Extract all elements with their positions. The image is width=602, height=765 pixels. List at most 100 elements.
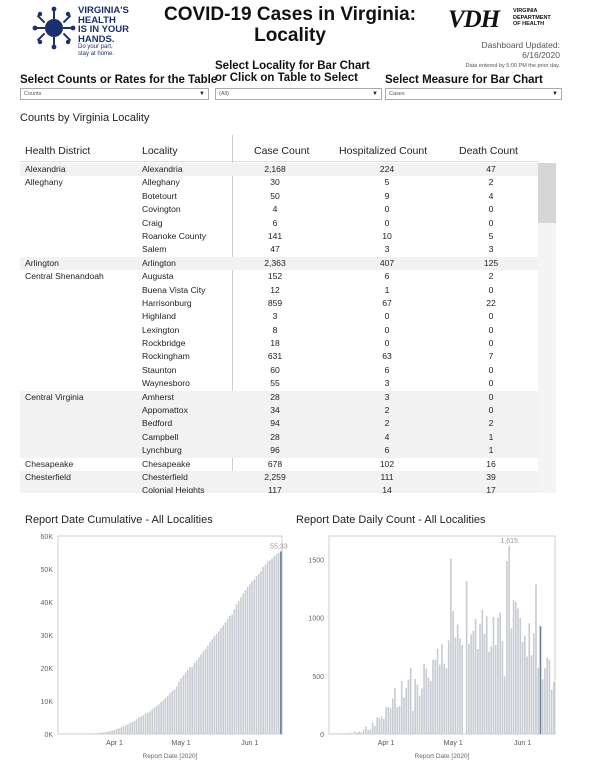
cell-locality: Alleghany — [142, 177, 180, 188]
table-row[interactable]: Roanoke County 141 10 5 — [20, 230, 538, 243]
bar — [398, 705, 401, 734]
x-tick-label: Apr 1 — [106, 740, 123, 747]
chevron-down-icon: ▼ — [199, 91, 205, 97]
col-case-count[interactable]: Case Count — [254, 145, 309, 157]
bar — [434, 659, 437, 734]
table-row[interactable]: Waynesboro 55 3 0 — [20, 377, 538, 390]
table-row[interactable]: Lynchburg 96 6 1 — [20, 444, 538, 458]
bar — [517, 608, 519, 734]
table-row[interactable]: Salem 47 3 3 — [20, 243, 538, 256]
bar — [553, 682, 555, 734]
table-row[interactable]: Alexandria Alexandria 2,168 224 47 — [20, 163, 538, 177]
bar — [550, 689, 553, 734]
table-row[interactable]: Staunton 60 6 0 — [20, 364, 538, 377]
y-tick-label: 500 — [312, 674, 324, 681]
cell-locality: Salem — [142, 244, 167, 255]
measure-dropdown[interactable]: Cases ▼ — [385, 88, 562, 100]
table-row[interactable]: Botetourt 50 9 4 — [20, 190, 538, 203]
cell-death-count: 1 — [488, 431, 494, 442]
table-row[interactable]: Central Virginia Amherst 28 3 0 — [20, 390, 538, 405]
bar — [204, 648, 207, 734]
cell-hospitalized-count: 5 — [384, 177, 390, 188]
table-row[interactable]: Campbell 28 4 1 — [20, 430, 538, 445]
bar — [409, 667, 412, 734]
chevron-down-icon: ▼ — [552, 91, 558, 97]
bar — [454, 637, 457, 734]
bar — [508, 545, 510, 734]
cell-case-count: 18 — [270, 338, 280, 349]
bar — [499, 612, 501, 734]
bar — [229, 616, 231, 734]
cell-hospitalized-count: 102 — [379, 458, 395, 469]
table-row[interactable]: Central Shenandoah Augusta 152 6 2 — [20, 270, 538, 283]
locality-dropdown[interactable]: (All) ▼ — [215, 88, 382, 100]
y-tick-label: 0 — [320, 732, 324, 739]
bar — [459, 638, 461, 734]
counts-dropdown-value: Counts — [24, 91, 42, 97]
peak-value-label: 55,331 — [270, 543, 288, 550]
bar — [532, 633, 535, 734]
cell-health-district: Central Virginia — [25, 391, 84, 402]
cell-hospitalized-count: 0 — [384, 311, 390, 322]
table-row[interactable]: Alleghany Alleghany 30 5 2 — [20, 176, 538, 189]
bar — [530, 655, 533, 734]
table-row[interactable]: Chesterfield Chesterfield 2,259 111 39 — [20, 470, 538, 485]
col-locality[interactable]: Locality — [142, 145, 178, 157]
bar — [546, 657, 548, 734]
cell-health-district: Alleghany — [25, 177, 63, 188]
table-row[interactable]: Craig 6 0 0 — [20, 217, 538, 230]
cell-case-count: 12 — [270, 284, 280, 295]
bar — [280, 551, 282, 734]
table-row[interactable]: Covington 4 0 0 — [20, 203, 538, 216]
y-tick-label: 30K — [41, 633, 54, 640]
table-scrollbar-thumb[interactable] — [538, 163, 556, 223]
cell-case-count: 3 — [272, 311, 278, 322]
table-row[interactable]: Chesapeake Chesapeake 678 102 16 — [20, 458, 538, 471]
table-row[interactable]: Rockingham 631 63 7 — [20, 350, 538, 363]
table-row[interactable]: Highland 3 0 0 — [20, 310, 538, 323]
bar — [257, 573, 260, 734]
cumulative-chart[interactable]: 0K 10K 20K 30K 40K 50K 60K 55,331 Apr 1 May 1 Jun … — [22, 532, 288, 764]
bar — [129, 723, 131, 734]
bar — [456, 624, 459, 734]
cell-locality: Lexington — [142, 324, 180, 335]
bar — [389, 708, 392, 734]
bar — [483, 633, 486, 734]
table-row[interactable]: Arlington Arlington 2,363 407 125 — [20, 256, 538, 271]
bar — [275, 554, 278, 734]
cell-locality: Chesapeake — [142, 458, 191, 469]
col-health-district[interactable]: Health District — [25, 145, 90, 157]
table-row[interactable]: Lexington 8 0 0 — [20, 324, 538, 337]
bar — [98, 733, 100, 734]
cell-locality: Bedford — [142, 418, 173, 429]
col-death-count[interactable]: Death Count — [459, 145, 518, 157]
bar — [479, 623, 481, 734]
table-row[interactable]: Harrisonburg 859 67 22 — [20, 297, 538, 310]
locality-dropdown-value: (All) — [219, 91, 229, 97]
table-row[interactable]: Buena Vista City 12 1 0 — [20, 284, 538, 297]
bar — [262, 566, 264, 734]
cell-hospitalized-count: 63 — [382, 351, 392, 362]
cell-death-count: 0 — [488, 284, 494, 295]
bar — [169, 693, 171, 734]
table-row[interactable]: Colonial Heights 117 14 17 — [20, 484, 538, 493]
cell-locality: Staunton — [142, 364, 177, 375]
table-row[interactable]: Appomattox 34 2 0 — [20, 404, 538, 418]
x-tick-label: Jun 1 — [514, 740, 531, 747]
cell-hospitalized-count: 224 — [379, 164, 395, 174]
cell-case-count: 6 — [272, 217, 278, 228]
bar — [233, 609, 236, 734]
bar — [537, 667, 540, 734]
bar — [166, 695, 169, 734]
cell-case-count: 30 — [270, 177, 280, 188]
col-hospitalized-count[interactable]: Hospitalized Count — [339, 145, 427, 157]
counts-dropdown[interactable]: Counts ▼ — [20, 88, 209, 100]
daily-chart[interactable]: 0 500 1000 1500 1,615 Apr 1 May 1 Jun 1 Report D… — [293, 532, 561, 764]
table-row[interactable]: Bedford 94 2 2 — [20, 417, 538, 431]
cell-case-count: 141 — [267, 230, 283, 241]
cell-locality: Craig — [142, 217, 163, 228]
bar — [400, 681, 403, 734]
table-body[interactable]: Alexandria Alexandria 2,168 224 47 Alleghany A… — [20, 163, 538, 493]
cell-death-count: 0 — [488, 364, 494, 375]
table-row[interactable]: Rockbridge 18 0 0 — [20, 337, 538, 350]
